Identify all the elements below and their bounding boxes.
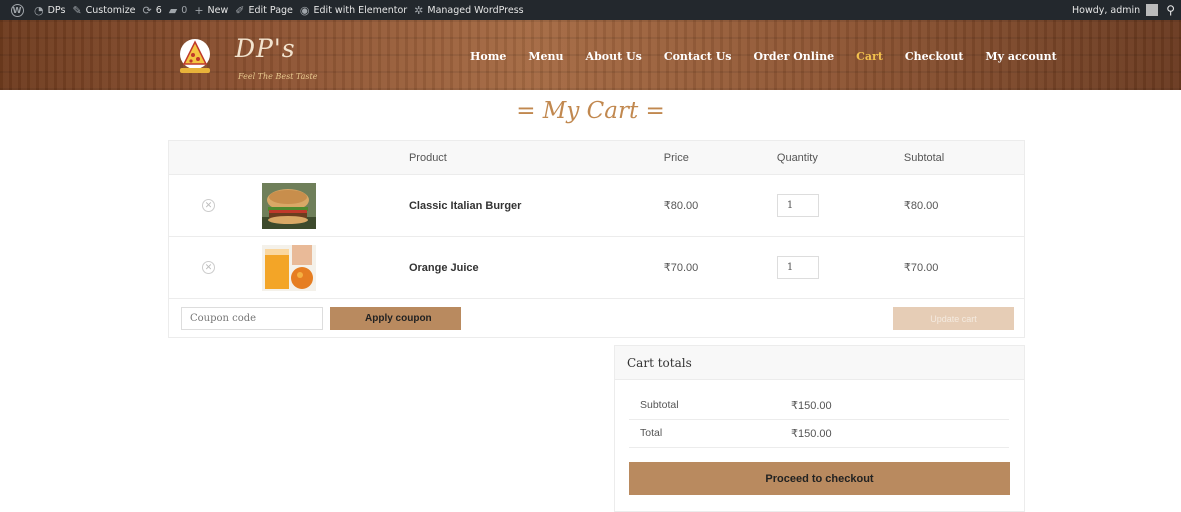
quantity-cell (775, 236, 903, 299)
nav-order-online[interactable]: Order Online (754, 50, 835, 63)
admin-bar-updates[interactable]: ⟳ 6 (143, 0, 169, 20)
gear-icon: ✲ (414, 3, 424, 17)
header-quantity: Quantity (775, 140, 903, 175)
table-header: Product Price Quantity Subtotal (168, 140, 1025, 175)
wordpress-logo-icon[interactable]: W (6, 0, 28, 20)
remove-cell: ✕ (168, 174, 251, 237)
nav-home[interactable]: Home (470, 50, 506, 63)
updates-icon: ⟳ (142, 3, 152, 17)
pizza-logo-icon[interactable] (176, 38, 214, 74)
nav-about-us[interactable]: About Us (586, 50, 642, 63)
search-icon[interactable]: ⚲ (1166, 3, 1175, 17)
admin-bar-elementor[interactable]: ◉ Edit with Elementor (300, 0, 414, 20)
product-subtotal: ₹70.00 (903, 262, 939, 274)
cart-totals-heading: Cart totals (615, 346, 1024, 380)
header-thumbnail (250, 140, 408, 175)
nav-my-account[interactable]: My account (985, 50, 1056, 63)
admin-bar-managed-wp[interactable]: ✲ Managed WordPress (414, 0, 530, 20)
cart-actions-cell: Apply coupon Update cart (168, 298, 1025, 338)
site-title[interactable]: DP's (235, 34, 296, 63)
totals-total-label: Total (640, 427, 663, 439)
totals-subtotal-label: Subtotal (640, 399, 679, 411)
pencil-icon: ✐ (235, 3, 245, 17)
subtotal-cell: ₹70.00 (902, 236, 1025, 299)
header-remove (168, 140, 251, 175)
header-price: Price (662, 140, 776, 175)
product-name[interactable]: Classic Italian Burger (409, 200, 522, 212)
plus-icon: + (194, 3, 204, 17)
product-price: ₹80.00 (663, 200, 699, 212)
admin-bar-account[interactable]: Howdy, admin ⚲ (1072, 0, 1181, 20)
site-tagline: Feel The Best Taste (238, 72, 318, 81)
table-row: ✕ Classic Italian Burger ₹80.00 ₹80.00 (168, 174, 1025, 237)
nav-cart[interactable]: Cart (856, 50, 883, 63)
admin-bar-customize[interactable]: ✎ Customize (72, 0, 142, 20)
avatar (1146, 4, 1159, 16)
subtotal-cell: ₹80.00 (902, 174, 1025, 237)
burger-thumbnail[interactable] (262, 182, 317, 229)
remove-item-button[interactable]: ✕ (202, 261, 215, 274)
apply-coupon-button[interactable]: Apply coupon (330, 307, 461, 330)
product-name[interactable]: Orange Juice (409, 262, 479, 274)
howdy-text: Howdy, admin (1072, 4, 1141, 16)
comment-icon: ▰ (168, 3, 178, 17)
coupon-code-input[interactable] (181, 307, 323, 330)
quantity-cell (775, 174, 903, 237)
update-cart-button[interactable]: Update cart (893, 307, 1014, 330)
totals-subtotal-value: ₹150.00 (791, 399, 832, 412)
remove-item-button[interactable]: ✕ (202, 199, 215, 212)
cart-actions: Apply coupon Update cart (170, 300, 1023, 336)
elementor-icon: ◉ (299, 3, 310, 17)
cart-actions-row: Apply coupon Update cart (168, 298, 1025, 338)
remove-cell: ✕ (168, 236, 251, 299)
product-subtotal: ₹80.00 (903, 200, 939, 212)
site-header: DP's Feel The Best Taste Home Menu About… (0, 20, 1181, 90)
proceed-to-checkout-button[interactable]: Proceed to checkout (629, 462, 1010, 495)
product-price: ₹70.00 (663, 262, 699, 274)
header-product: Product (407, 140, 663, 175)
nav-menu[interactable]: Menu (528, 50, 563, 63)
cart-table: Product Price Quantity Subtotal ✕ Classi… (168, 140, 1025, 338)
brush-icon: ✎ (72, 3, 82, 17)
totals-total-row: Total ₹150.00 (629, 419, 1009, 448)
admin-bar-new[interactable]: + New (194, 0, 235, 20)
admin-bar: W ◔ DPs ✎ Customize ⟳ 6 ▰ 0 + New ✐ Edit… (0, 0, 1181, 20)
page-title: = My Cart = (516, 98, 665, 124)
nav-checkout[interactable]: Checkout (905, 50, 964, 63)
dashboard-icon: ◔ (34, 3, 44, 17)
product-name-cell: Classic Italian Burger (407, 174, 663, 237)
nav-contact-us[interactable]: Contact Us (664, 50, 732, 63)
product-name-cell: Orange Juice (407, 236, 663, 299)
thumbnail-cell (250, 174, 408, 237)
table-row: ✕ Orange Juice ₹70.00 ₹70.00 (168, 236, 1025, 299)
admin-bar-site[interactable]: ◔ DPs (34, 0, 72, 20)
cart-totals: Cart totals Subtotal ₹150.00 Total ₹150.… (614, 345, 1025, 512)
admin-bar-comments[interactable]: ▰ 0 (169, 0, 195, 20)
quantity-input[interactable] (776, 256, 819, 279)
orange-juice-thumbnail[interactable] (262, 244, 317, 291)
totals-total-value: ₹150.00 (791, 427, 832, 440)
admin-bar-edit-page[interactable]: ✐ Edit Page (235, 0, 300, 20)
quantity-input[interactable] (776, 194, 819, 217)
main-nav: Home Menu About Us Contact Us Order Onli… (470, 50, 1079, 63)
header-subtotal: Subtotal (902, 140, 1025, 175)
price-cell: ₹80.00 (662, 174, 776, 237)
thumbnail-cell (250, 236, 408, 299)
totals-subtotal-row: Subtotal ₹150.00 (629, 391, 1009, 420)
price-cell: ₹70.00 (662, 236, 776, 299)
